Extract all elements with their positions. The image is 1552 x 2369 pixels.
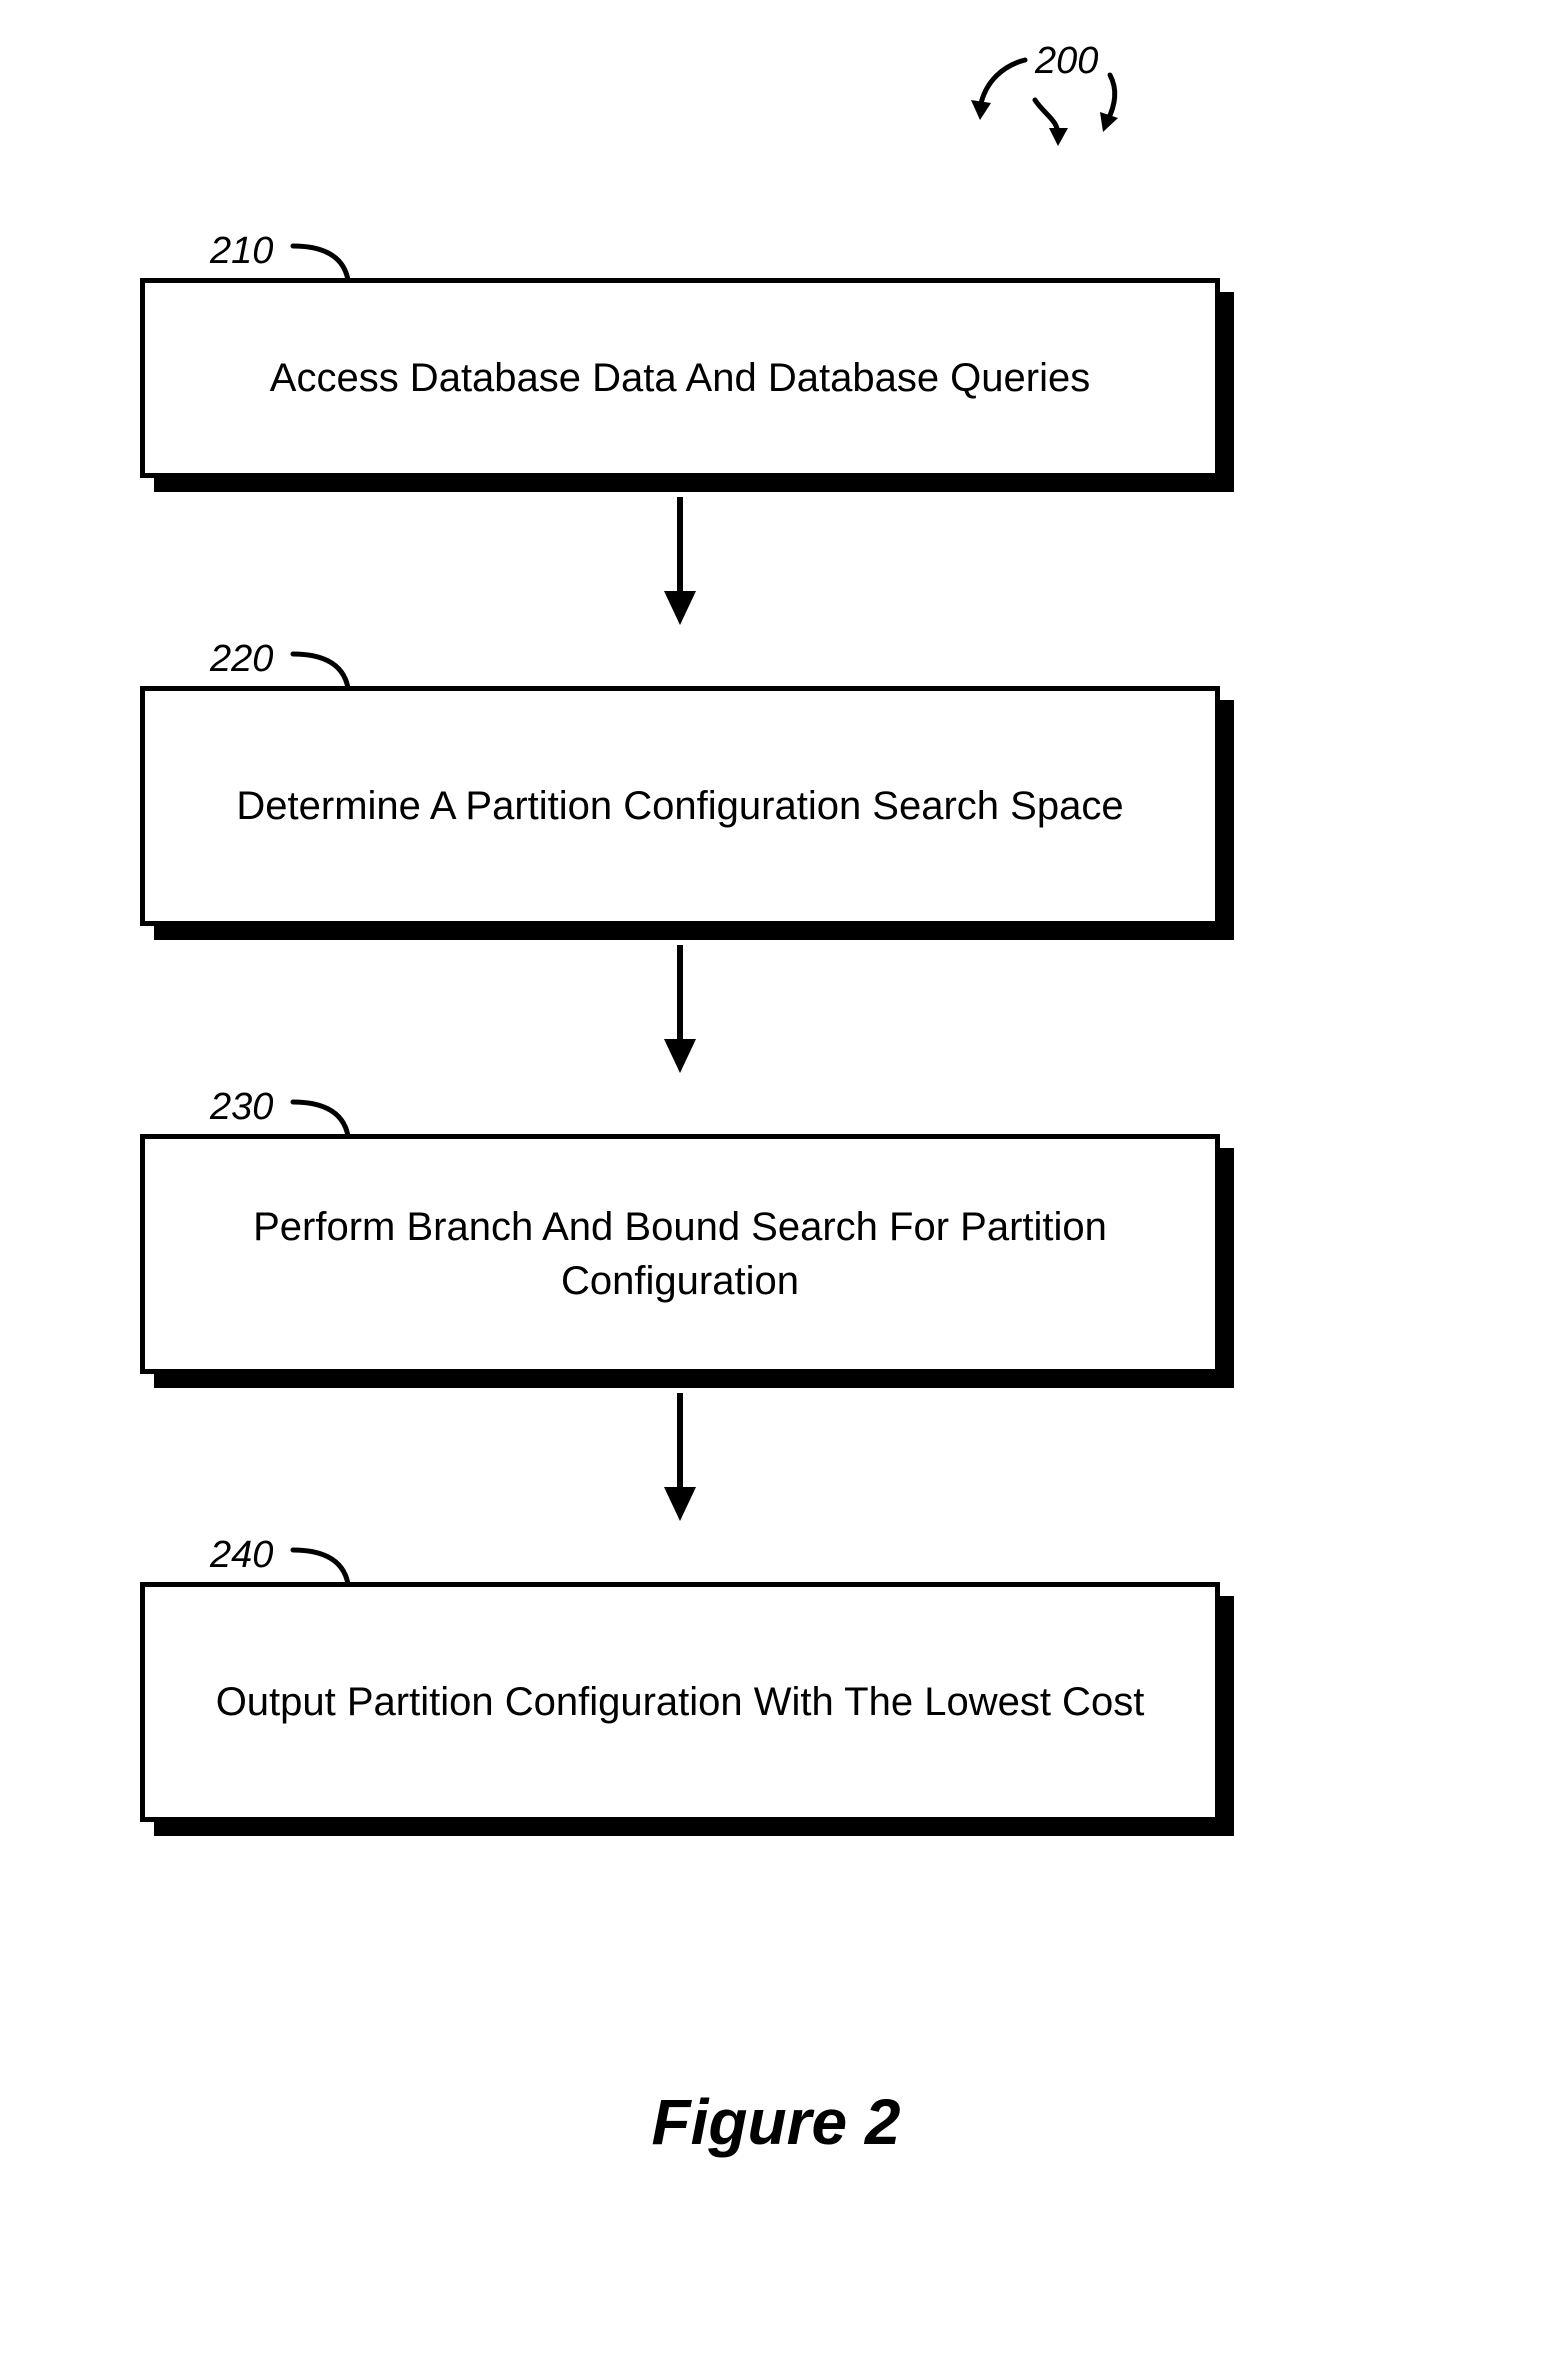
step-240-text: Output Partition Configuration With The … bbox=[216, 1675, 1145, 1729]
step-230-text: Perform Branch And Bound Search For Part… bbox=[205, 1200, 1155, 1308]
flowchart-column: 210 Access Database Data And Database Qu… bbox=[140, 230, 1220, 1822]
step-220-box: Determine A Partition Configuration Sear… bbox=[140, 686, 1220, 926]
process-box: Access Database Data And Database Querie… bbox=[140, 278, 1220, 478]
step-210-ref: 210 bbox=[210, 230, 273, 273]
step-240-ref: 240 bbox=[210, 1534, 273, 1577]
step-210-label: 210 bbox=[210, 230, 1220, 276]
step-240-box: Output Partition Configuration With The … bbox=[140, 1582, 1220, 1822]
step-230-box: Perform Branch And Bound Search For Part… bbox=[140, 1134, 1220, 1374]
process-box: Determine A Partition Configuration Sear… bbox=[140, 686, 1220, 926]
step-210-text: Access Database Data And Database Querie… bbox=[270, 351, 1090, 405]
arrow-220-to-230 bbox=[140, 926, 1220, 1086]
arrow-230-to-240 bbox=[140, 1374, 1220, 1534]
process-box: Perform Branch And Bound Search For Part… bbox=[140, 1134, 1220, 1374]
down-arrow-icon bbox=[660, 931, 700, 1081]
process-box: Output Partition Configuration With The … bbox=[140, 1582, 1220, 1822]
step-240-label: 240 bbox=[210, 1534, 1220, 1580]
flowchart-figure: 200 210 Access Database Data And Databas… bbox=[0, 0, 1552, 2369]
arrow-210-to-220 bbox=[140, 478, 1220, 638]
step-220-ref: 220 bbox=[210, 638, 273, 681]
step-220-text: Determine A Partition Configuration Sear… bbox=[236, 779, 1123, 833]
down-arrow-icon bbox=[660, 483, 700, 633]
step-210-box: Access Database Data And Database Querie… bbox=[140, 278, 1220, 478]
figure-ref-arrows-icon bbox=[950, 40, 1150, 150]
figure-caption: Figure 2 bbox=[0, 2085, 1552, 2159]
figure-reference-200: 200 bbox=[950, 40, 1150, 150]
step-230-label: 230 bbox=[210, 1086, 1220, 1132]
down-arrow-icon bbox=[660, 1379, 700, 1529]
step-220-label: 220 bbox=[210, 638, 1220, 684]
step-230-ref: 230 bbox=[210, 1086, 273, 1129]
